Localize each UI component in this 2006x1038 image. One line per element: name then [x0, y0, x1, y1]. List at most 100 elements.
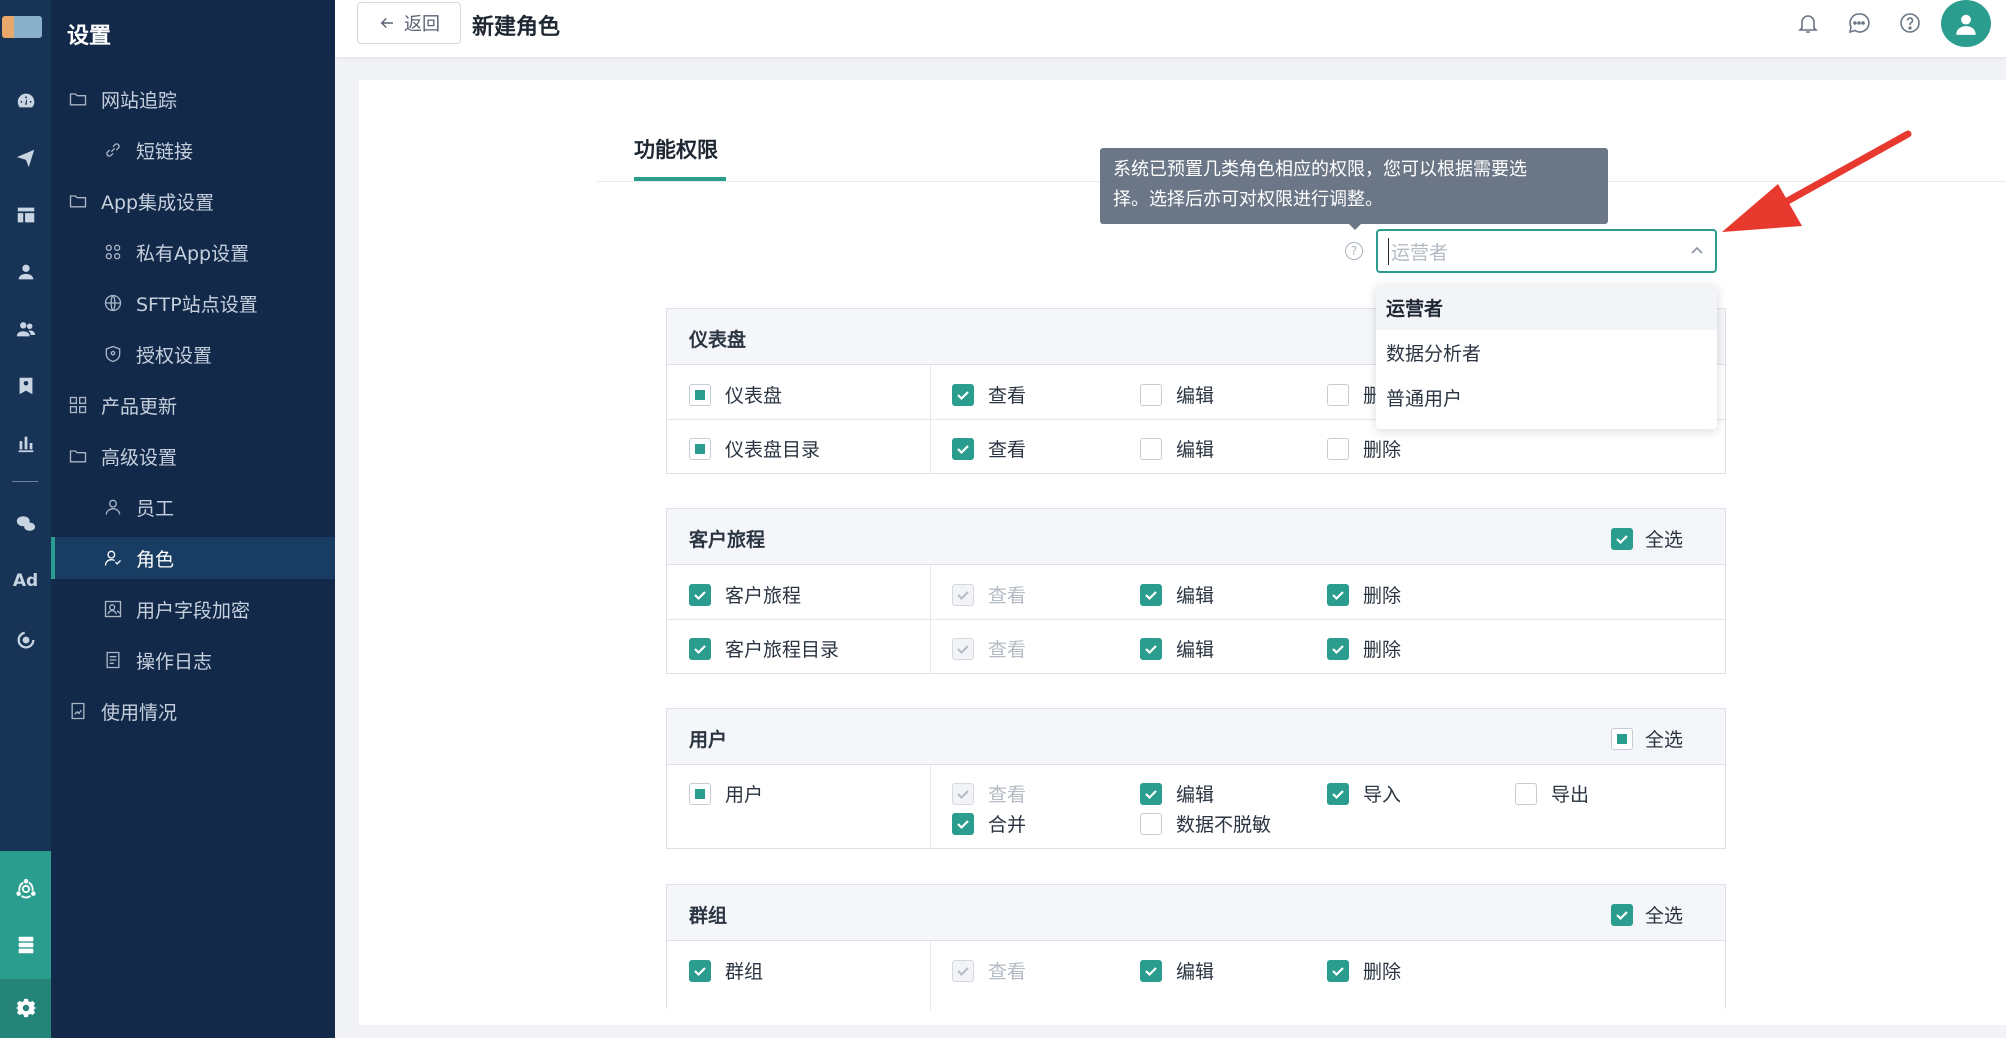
role-option[interactable]: 数据分析者 — [1376, 330, 1717, 375]
checkbox[interactable] — [1140, 812, 1162, 835]
section-groups: 群组 全选 群组 查看 编辑 删除 — [666, 884, 1726, 1010]
checkbox[interactable] — [1515, 782, 1537, 805]
checkbox[interactable] — [1140, 383, 1162, 406]
layout-icon[interactable] — [0, 195, 51, 235]
users-icon[interactable] — [0, 309, 51, 349]
gear-icon[interactable] — [0, 988, 51, 1028]
bookmark-user-icon[interactable] — [0, 366, 51, 406]
folder-icon — [67, 445, 89, 467]
checkbox-checked[interactable] — [952, 812, 974, 835]
nav-item-advanced-settings[interactable]: 高级设置 — [51, 435, 335, 477]
help-icon[interactable] — [1893, 6, 1927, 40]
table-row: 客户旅程 查看 编辑 删除 — [667, 566, 1725, 620]
checkbox-checked[interactable] — [1610, 903, 1633, 926]
perm-delete[interactable]: 删除 — [1327, 635, 1401, 662]
question-icon[interactable]: ? — [1345, 242, 1363, 260]
checkbox-checked[interactable] — [952, 383, 974, 406]
nav-item-roles[interactable]: 角色 — [51, 537, 335, 579]
nav-item-sftp[interactable]: SFTP站点设置 — [51, 282, 335, 324]
row-label[interactable]: 客户旅程 — [689, 581, 801, 608]
top-header: 返回 新建角色 — [335, 0, 2006, 57]
rail-divider — [12, 481, 38, 482]
perm-delete[interactable]: 删除 — [1327, 581, 1401, 608]
user-icon[interactable] — [0, 252, 51, 292]
role-dropdown: 运营者 数据分析者 普通用户 — [1376, 285, 1717, 429]
ad-icon[interactable]: Ad — [0, 561, 51, 601]
send-icon[interactable] — [0, 138, 51, 178]
nav-item-product-updates[interactable]: 产品更新 — [51, 384, 335, 426]
checkbox-checked[interactable] — [1140, 782, 1162, 805]
checkbox-checked[interactable] — [1140, 583, 1162, 606]
checkbox[interactable] — [1140, 437, 1162, 460]
link-icon — [102, 139, 124, 161]
nav-item-operation-log[interactable]: 操作日志 — [51, 639, 335, 681]
back-button[interactable]: 返回 — [357, 2, 461, 44]
perm-view[interactable]: 查看 — [952, 435, 1026, 462]
row-label[interactable]: 用户 — [689, 780, 763, 807]
checkbox-checked[interactable] — [952, 437, 974, 460]
command-icon — [102, 241, 124, 263]
bar-chart-icon[interactable] — [0, 423, 51, 463]
perm-edit[interactable]: 编辑 — [1140, 780, 1214, 807]
checkbox-checked[interactable] — [1140, 959, 1162, 982]
checkbox-checked[interactable] — [1140, 637, 1162, 660]
checkbox-checked[interactable] — [1327, 637, 1349, 660]
checkbox-checked[interactable] — [1327, 583, 1349, 606]
nav-item-authorization[interactable]: 授权设置 — [51, 333, 335, 375]
perm-edit[interactable]: 编辑 — [1140, 435, 1214, 462]
checkbox-checked[interactable] — [689, 959, 711, 982]
grid-icon — [67, 394, 89, 416]
row-label[interactable]: 仪表盘目录 — [689, 435, 820, 462]
perm-delete[interactable]: 删除 — [1327, 957, 1401, 984]
row-label[interactable]: 仪表盘 — [689, 381, 782, 408]
loading-circle-icon[interactable] — [0, 620, 51, 660]
perm-import[interactable]: 导入 — [1327, 780, 1401, 807]
hub-icon[interactable] — [0, 869, 51, 909]
checkbox-checked[interactable] — [1327, 959, 1349, 982]
dashboard-icon[interactable] — [0, 81, 51, 121]
checkbox[interactable] — [1327, 383, 1349, 406]
checkbox-checked[interactable] — [1327, 782, 1349, 805]
select-all[interactable]: 全选 — [1610, 901, 1683, 928]
tab-function-permissions[interactable]: 功能权限 — [634, 134, 718, 164]
role-option[interactable]: 普通用户 — [1376, 375, 1717, 420]
perm-export[interactable]: 导出 — [1515, 780, 1589, 807]
perm-view[interactable]: 查看 — [952, 381, 1026, 408]
row-label[interactable]: 客户旅程目录 — [689, 635, 839, 662]
select-all[interactable]: 全选 — [1610, 525, 1683, 552]
section-title: 群组 — [689, 905, 728, 927]
perm-edit[interactable]: 编辑 — [1140, 635, 1214, 662]
wechat-icon[interactable] — [0, 504, 51, 544]
nav-item-website-tracking[interactable]: 网站追踪 — [51, 78, 335, 120]
bell-icon[interactable] — [1791, 6, 1825, 40]
page-title: 新建角色 — [472, 15, 561, 40]
nav-title: 设置 — [67, 24, 112, 49]
perm-delete[interactable]: 删除 — [1327, 435, 1401, 462]
nav-item-usage[interactable]: 使用情况 — [51, 690, 335, 732]
perm-merge[interactable]: 合并 — [952, 810, 1026, 837]
perm-edit[interactable]: 编辑 — [1140, 581, 1214, 608]
checkbox-indeterminate[interactable] — [689, 383, 711, 406]
nav-item-short-link[interactable]: 短链接 — [51, 129, 335, 171]
perm-edit[interactable]: 编辑 — [1140, 381, 1214, 408]
role-option[interactable]: 运营者 — [1376, 285, 1717, 330]
chat-icon[interactable] — [1842, 6, 1876, 40]
checkbox-indeterminate[interactable] — [689, 782, 711, 805]
checkbox-indeterminate[interactable] — [1610, 727, 1633, 750]
checkbox-checked[interactable] — [1610, 527, 1633, 550]
nav-item-private-app[interactable]: 私有App设置 — [51, 231, 335, 273]
nav-item-field-encryption[interactable]: 用户字段加密 — [51, 588, 335, 630]
avatar[interactable] — [1941, 0, 1991, 47]
row-label[interactable]: 群组 — [689, 957, 763, 984]
role-template-select[interactable]: 运营者 — [1376, 229, 1717, 273]
nav-item-staff[interactable]: 员工 — [51, 486, 335, 528]
nav-item-app-integration[interactable]: App集成设置 — [51, 180, 335, 222]
perm-edit[interactable]: 编辑 — [1140, 957, 1214, 984]
checkbox-checked[interactable] — [689, 637, 711, 660]
select-all[interactable]: 全选 — [1610, 725, 1683, 752]
checkbox-checked[interactable] — [689, 583, 711, 606]
perm-unmasked-data[interactable]: 数据不脱敏 — [1140, 810, 1271, 837]
checkbox-indeterminate[interactable] — [689, 437, 711, 460]
database-icon[interactable] — [0, 925, 51, 965]
checkbox[interactable] — [1327, 437, 1349, 460]
